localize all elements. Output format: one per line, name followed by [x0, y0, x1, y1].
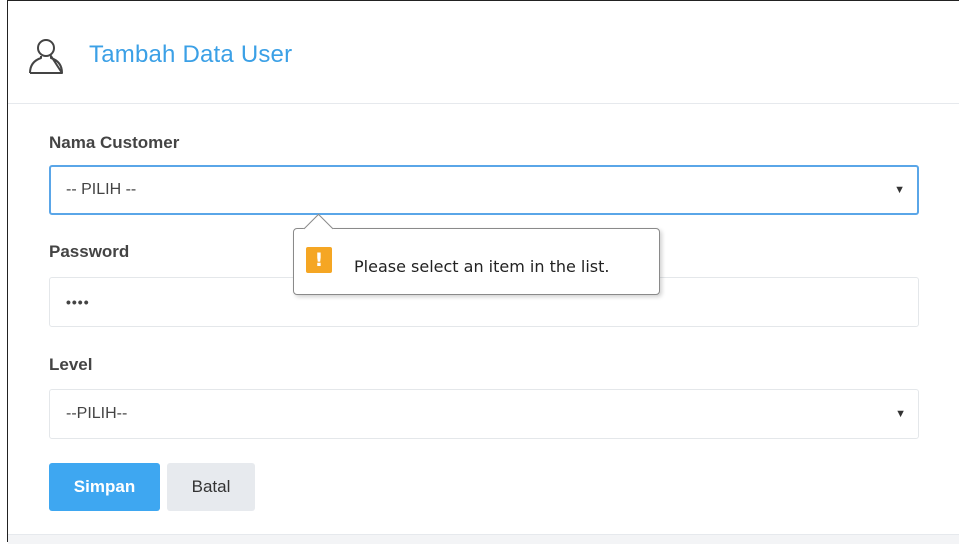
chevron-down-icon: ▼ — [895, 408, 906, 420]
validation-tooltip: ! Please select an item in the list. — [293, 213, 660, 295]
chevron-down-icon: ▼ — [894, 184, 905, 196]
user-outline-icon — [29, 39, 63, 74]
customer-select[interactable]: -- PILIH -- ▼ — [49, 165, 919, 215]
customer-select-value: -- PILIH -- — [66, 181, 137, 198]
page-title: Tambah Data User — [89, 41, 293, 68]
validation-message: Please select an item in the list. — [354, 257, 610, 276]
password-label: Password — [49, 242, 130, 261]
panel-footer — [8, 534, 959, 544]
cancel-button[interactable]: Batal — [167, 463, 255, 511]
password-value: •••• — [66, 294, 90, 310]
level-select[interactable]: --PILIH-- ▼ — [49, 389, 919, 439]
level-label: Level — [49, 355, 93, 374]
warning-icon: ! — [306, 247, 332, 273]
customer-label: Nama Customer — [49, 133, 180, 152]
save-button[interactable]: Simpan — [49, 463, 160, 511]
level-select-value: --PILIH-- — [66, 405, 128, 422]
